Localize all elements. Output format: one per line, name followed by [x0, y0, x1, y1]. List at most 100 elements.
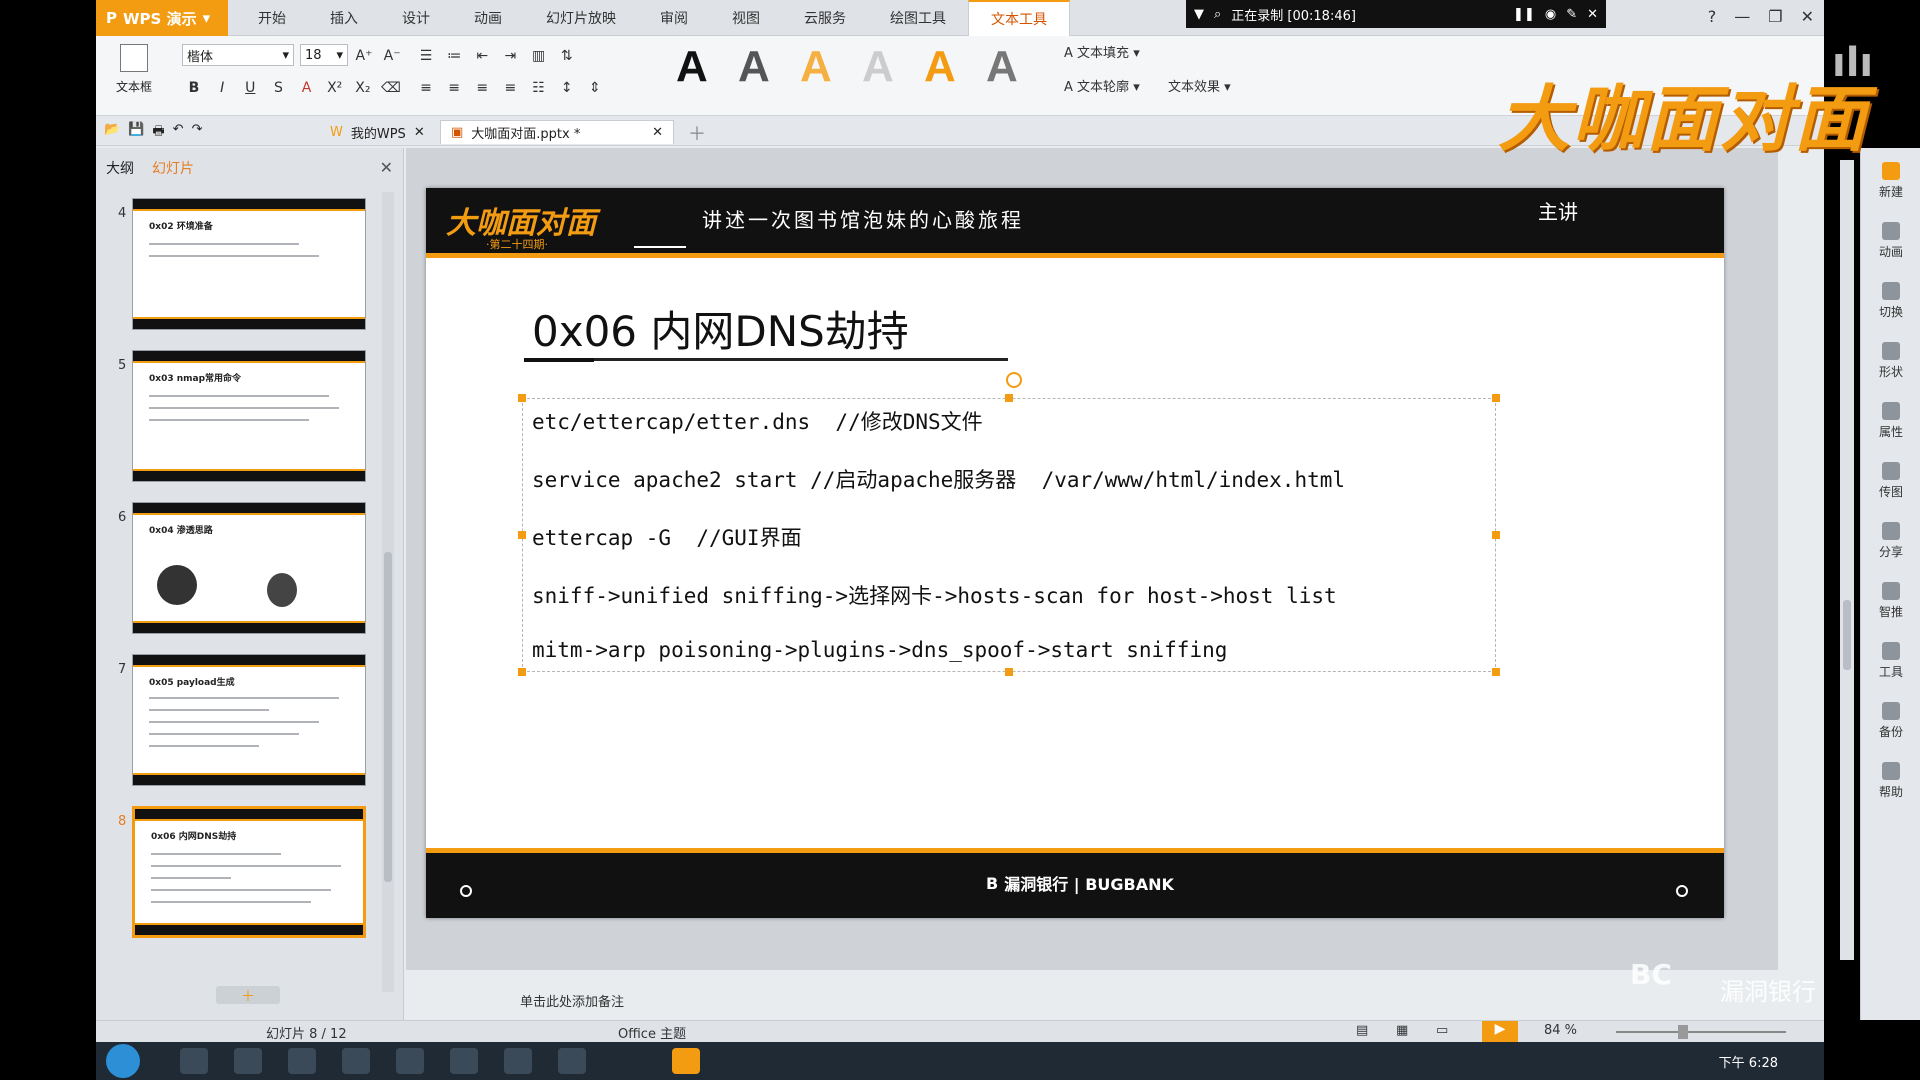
taskbar-app-icon[interactable] — [450, 1048, 478, 1074]
resize-handle[interactable] — [1005, 668, 1013, 676]
rail-smart[interactable]: 智推 — [1861, 582, 1920, 620]
align-right-icon[interactable]: ≡ — [470, 76, 494, 100]
rail-animation[interactable]: 动画 — [1861, 222, 1920, 260]
view-sorter-icon[interactable]: ▦ — [1396, 1023, 1408, 1038]
tab-insert[interactable]: 插入 — [308, 0, 380, 36]
tab-design[interactable]: 设计 — [380, 0, 452, 36]
resize-handle[interactable] — [1492, 531, 1500, 539]
new-tab-icon[interactable]: ＋ — [688, 120, 706, 146]
taskbar-app-icon[interactable] — [180, 1048, 208, 1074]
resize-handle[interactable] — [518, 531, 526, 539]
close-tab-icon[interactable]: ✕ — [652, 125, 663, 140]
resize-handle[interactable] — [518, 394, 526, 402]
restore-icon[interactable]: ❐ — [1768, 7, 1782, 26]
add-slide-button[interactable]: ＋ — [216, 986, 280, 1005]
grow-font-icon[interactable]: A⁺ — [352, 44, 376, 68]
slide-text-line[interactable]: ettercap -G //GUI界面 — [532, 522, 802, 552]
wps-app-menu-button[interactable]: P WPS 演示 ▾ — [96, 0, 228, 36]
thumbnail-row-active[interactable]: 8 0x06 内网DNS劫持 — [96, 806, 396, 938]
align-left-icon[interactable]: ≡ — [414, 76, 438, 100]
taskbar-app-icon[interactable] — [342, 1048, 370, 1074]
rotate-handle[interactable] — [1006, 372, 1022, 388]
textbox-button[interactable]: 文本框 — [104, 44, 164, 95]
text-effect-button[interactable]: 文本效果 ▾ — [1168, 76, 1231, 95]
tab-review[interactable]: 审阅 — [638, 0, 710, 36]
tab-animation[interactable]: 动画 — [452, 0, 524, 36]
shrink-font-icon[interactable]: A⁻ — [380, 44, 404, 68]
close-tab-icon[interactable]: ✕ — [414, 125, 425, 140]
tab-presentation[interactable]: ▣ 大咖面对面.pptx * ✕ — [440, 120, 674, 144]
thumbnail-row[interactable]: 7 0x05 payload生成 — [96, 654, 396, 786]
open-icon[interactable]: 📂 — [104, 122, 120, 144]
text-direction-icon[interactable]: ⇅ — [555, 44, 579, 68]
bullets-icon[interactable]: ☰ — [414, 44, 438, 68]
view-reading-icon[interactable]: ▭ — [1436, 1023, 1448, 1038]
taskbar-app-icon[interactable] — [504, 1048, 532, 1074]
tab-text-tools[interactable]: 文本工具 — [968, 0, 1070, 36]
scrollbar-thumb[interactable] — [1843, 600, 1851, 670]
rail-properties[interactable]: 属性 — [1861, 402, 1920, 440]
close-icon[interactable]: ✕ — [380, 158, 393, 177]
taskbar-app-icon[interactable] — [396, 1048, 424, 1074]
minimize-icon[interactable]: — — [1734, 7, 1750, 26]
start-button[interactable] — [106, 1044, 140, 1078]
tab-slideshow[interactable]: 幻灯片放映 — [524, 0, 638, 36]
thumbnail-row[interactable]: 4 0x02 环境准备 — [96, 198, 396, 330]
rail-new[interactable]: 新建 — [1861, 162, 1920, 200]
resize-handle[interactable] — [1005, 394, 1013, 402]
zoom-slider-knob[interactable] — [1678, 1025, 1688, 1039]
slide-text-line[interactable]: etc/ettercap/etter.dns //修改DNS文件 — [532, 406, 983, 436]
close-icon[interactable]: ✕ — [1587, 7, 1598, 22]
slide-thumbnail-selected[interactable]: 0x06 内网DNS劫持 — [132, 806, 366, 938]
subscript-icon[interactable]: X₂ — [351, 76, 375, 100]
thumbnail-row[interactable]: 6 0x04 渗透思路 — [96, 502, 396, 634]
increase-indent-icon[interactable]: ⇥ — [498, 44, 522, 68]
tab-cloud[interactable]: 云服务 — [782, 0, 868, 36]
distribute-icon[interactable]: ☷ — [527, 76, 551, 100]
undo-icon[interactable]: ↶ — [173, 122, 184, 144]
shadow-icon[interactable]: S — [266, 76, 290, 100]
rail-help[interactable]: 帮助 — [1861, 762, 1920, 800]
text-style-light[interactable]: A — [862, 42, 894, 92]
rail-tools[interactable]: 工具 — [1861, 642, 1920, 680]
search-icon[interactable]: ⌕ — [1214, 7, 1221, 22]
print-icon[interactable]: 🖶 — [152, 122, 164, 144]
slide-thumbnail[interactable]: 0x03 nmap常用命令 — [132, 350, 366, 482]
zoom-slider[interactable] — [1616, 1031, 1786, 1033]
tab-start[interactable]: 开始 — [236, 0, 308, 36]
dropdown-icon[interactable]: ▼ — [1194, 7, 1204, 22]
slide-thumbnail[interactable]: 0x04 渗透思路 — [132, 502, 366, 634]
pause-icon[interactable]: ❚❚ — [1513, 7, 1535, 22]
play-slideshow-button[interactable]: ▶ — [1482, 1021, 1518, 1043]
close-window-icon[interactable]: ✕ — [1801, 7, 1814, 26]
numbering-icon[interactable]: ≔ — [442, 44, 466, 68]
text-style-gray[interactable]: A — [738, 42, 770, 92]
help-icon[interactable]: ? — [1708, 7, 1717, 26]
text-fill-button[interactable]: A 文本填充 ▾ — [1064, 42, 1140, 61]
rail-upload-image[interactable]: 传图 — [1861, 462, 1920, 500]
font-color-icon[interactable]: A — [295, 76, 319, 100]
line-spacing-icon[interactable]: ↕ — [555, 76, 579, 100]
slide-text-line[interactable]: sniff->unified sniffing->选择网卡->hosts-sca… — [532, 580, 1337, 610]
resize-handle[interactable] — [518, 668, 526, 676]
font-name-select[interactable]: 楷体 ▾ — [182, 44, 294, 66]
slide[interactable]: 大咖面对面 ·第二十四期· 讲述一次图书馆泡妹的心酸旅程 主讲 0x06 内网D… — [426, 188, 1724, 918]
rail-backup[interactable]: 备份 — [1861, 702, 1920, 740]
text-style-shadow[interactable]: A — [986, 42, 1018, 92]
view-normal-icon[interactable]: ▤ — [1356, 1023, 1368, 1038]
text-style-orange[interactable]: A — [924, 42, 956, 92]
clear-format-icon[interactable]: ⌫ — [379, 76, 403, 100]
paragraph-spacing-icon[interactable]: ⇕ — [583, 76, 607, 100]
thumbnail-scrollbar[interactable] — [382, 192, 394, 992]
rail-shape[interactable]: 形状 — [1861, 342, 1920, 380]
scrollbar-thumb[interactable] — [384, 552, 392, 882]
superscript-icon[interactable]: X² — [323, 76, 347, 100]
tab-view[interactable]: 视图 — [710, 0, 782, 36]
text-style-black[interactable]: A — [676, 42, 708, 92]
taskbar-app-icon[interactable] — [558, 1048, 586, 1074]
canvas-scrollbar[interactable] — [1840, 160, 1854, 960]
slide-heading[interactable]: 0x06 内网DNS劫持 — [532, 298, 909, 359]
align-center-icon[interactable]: ≡ — [442, 76, 466, 100]
text-outline-button[interactable]: A 文本轮廓 ▾ — [1064, 76, 1140, 95]
pen-icon[interactable]: ✎ — [1566, 7, 1577, 22]
